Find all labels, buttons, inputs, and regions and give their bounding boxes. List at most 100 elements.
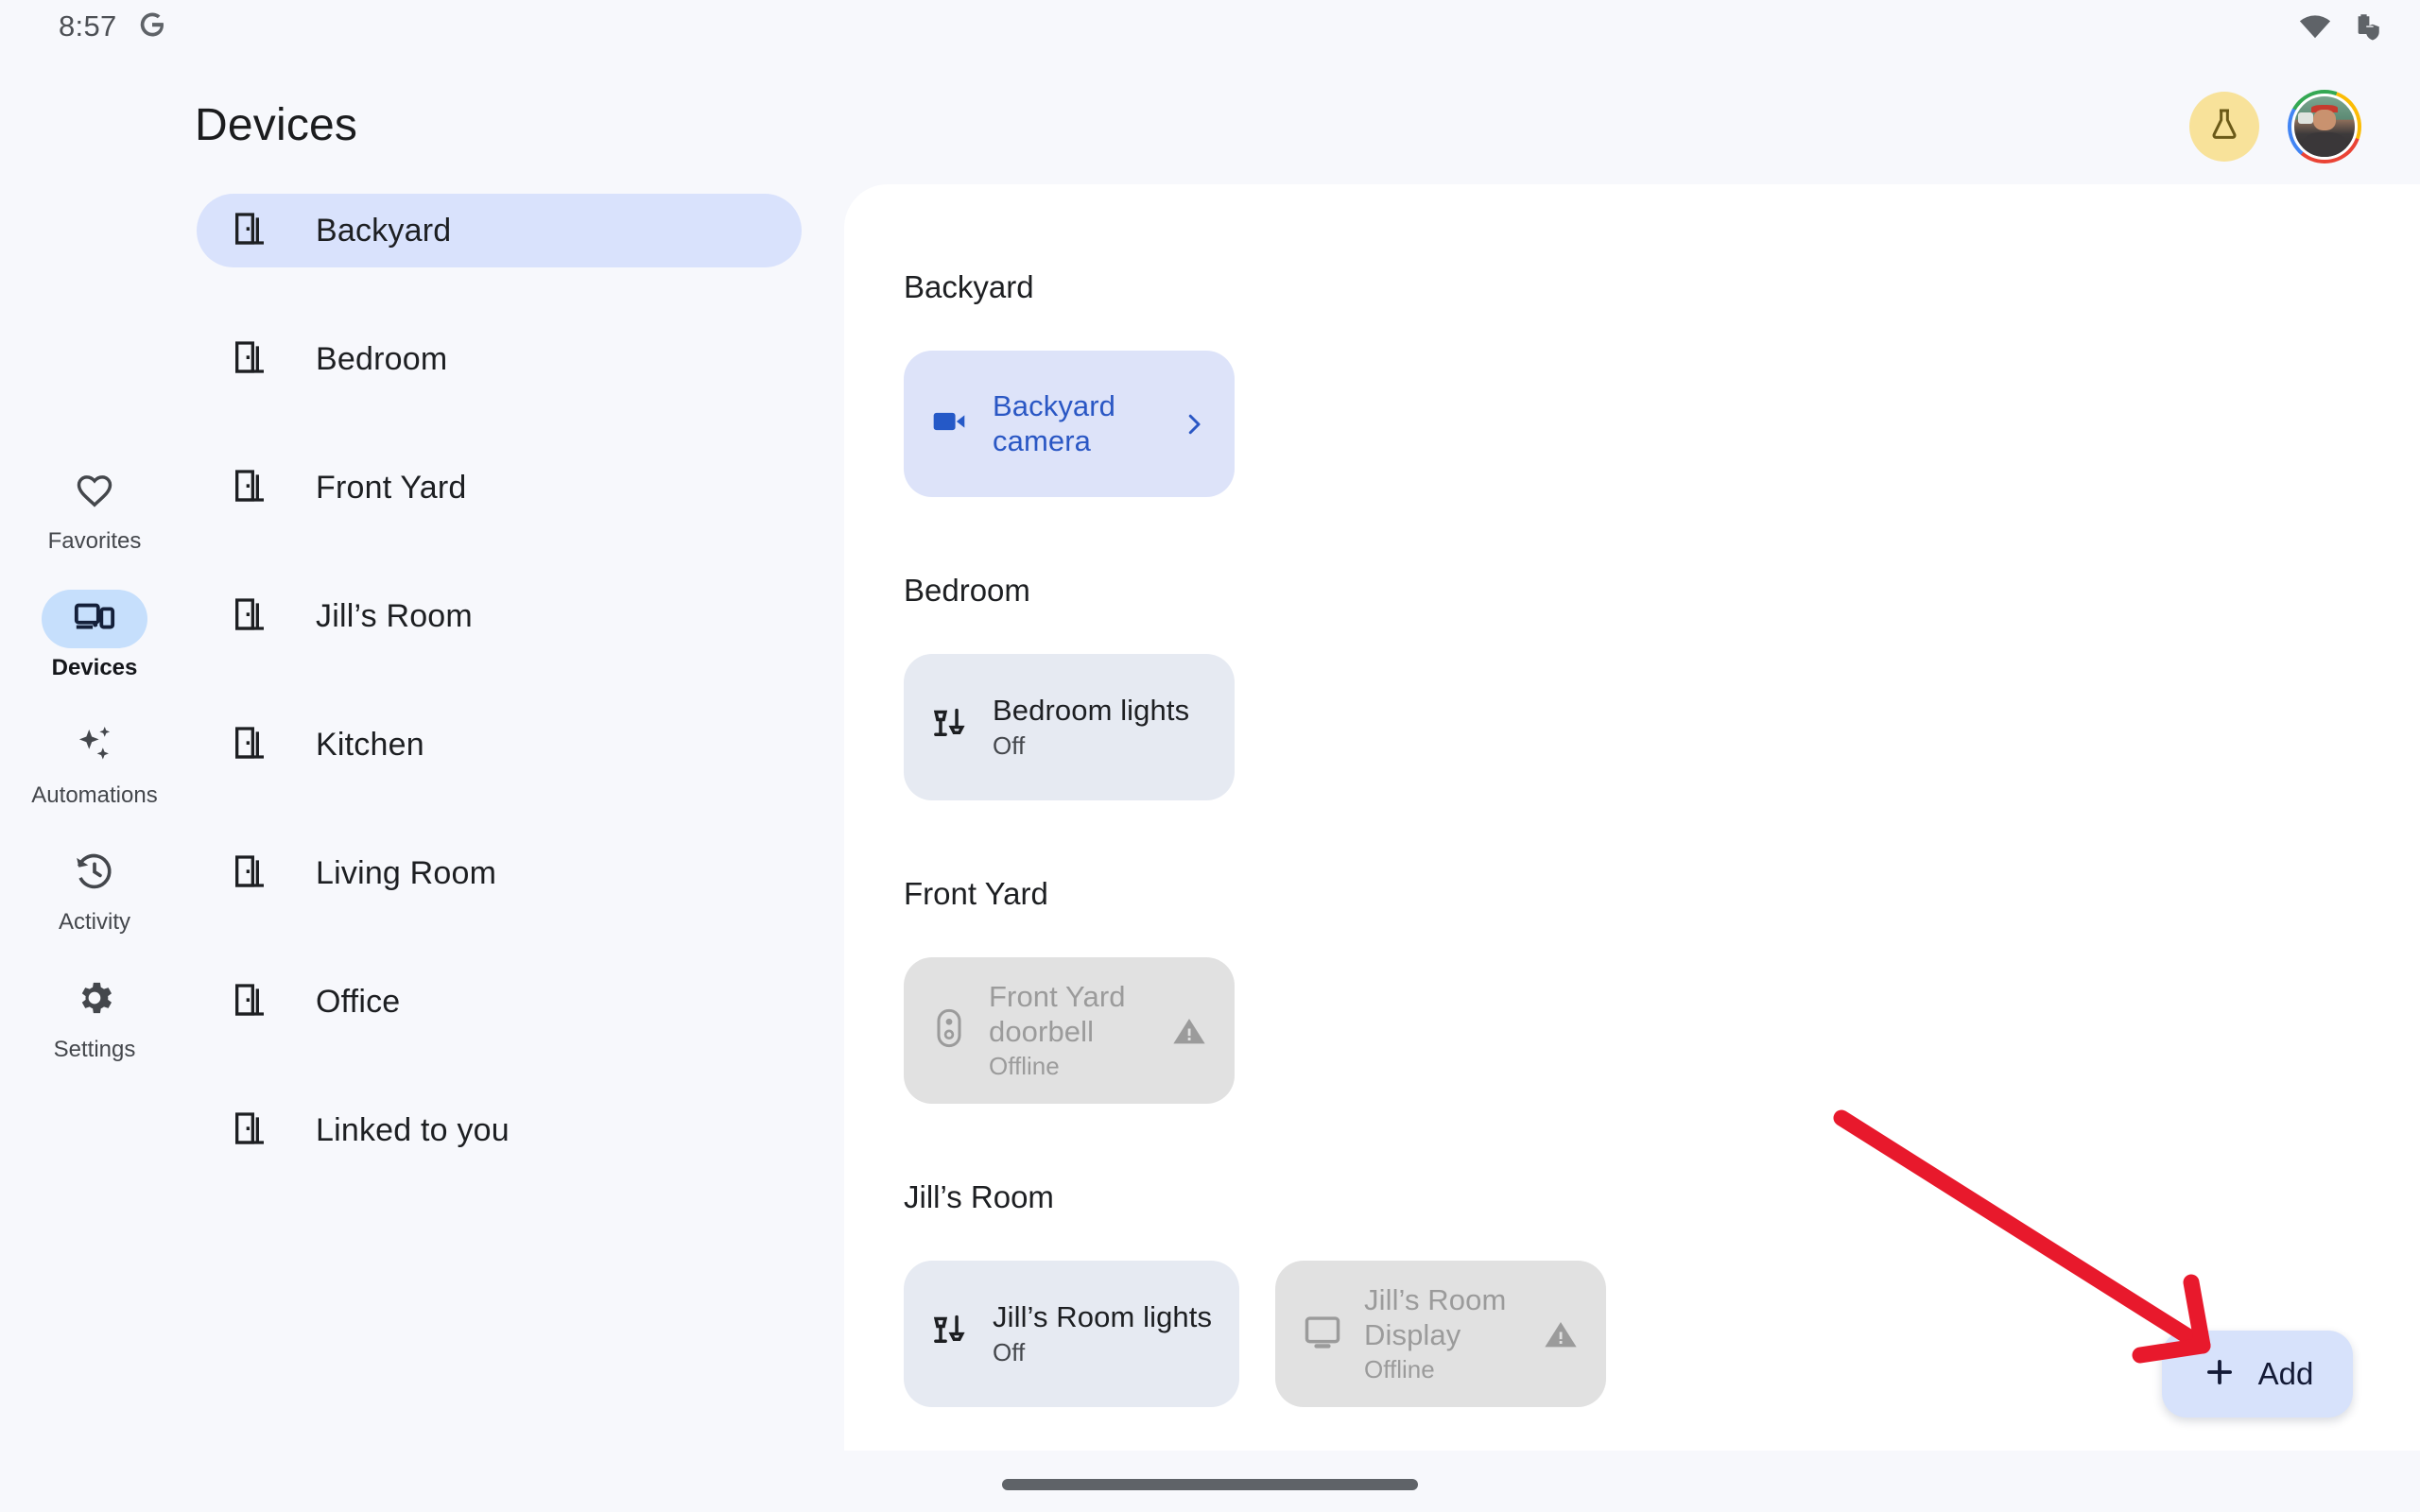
device-card-jills-room-display[interactable]: Jill’s Room Display Offline [1275, 1261, 1606, 1407]
chevron-right-icon[interactable] [1180, 410, 1208, 438]
door-icon [231, 724, 268, 766]
nav-label-favorites: Favorites [47, 528, 142, 554]
device-card-row: Front Yard doorbell Offline [904, 957, 2420, 1104]
room-label: Linked to you [316, 1111, 510, 1148]
room-label: Backyard [316, 212, 452, 249]
device-card-backyard-camera[interactable]: Backyard camera [904, 351, 1235, 497]
nav-pill-devices [42, 590, 147, 649]
room-label: Jill’s Room [316, 597, 473, 634]
device-name: Front Yard doorbell [989, 979, 1126, 1048]
device-name: Jill’s Room lights [993, 1300, 1213, 1334]
devices-icon [73, 595, 116, 644]
avatar[interactable] [2288, 90, 2361, 163]
device-state: Off [993, 730, 1026, 760]
room-label: Kitchen [316, 726, 424, 763]
warning-icon [1542, 1315, 1580, 1353]
status-bar-left: 8:57 [59, 9, 166, 43]
room-item-front-yard[interactable]: Front Yard [197, 451, 811, 524]
door-icon [231, 852, 268, 895]
room-label: Office [316, 983, 401, 1020]
device-card-front-yard-doorbell[interactable]: Front Yard doorbell Offline [904, 957, 1235, 1104]
door-icon [231, 210, 268, 252]
display-icon [1302, 1311, 1343, 1357]
device-state: Off [993, 1337, 1026, 1366]
video-camera-icon [930, 401, 972, 447]
nav-item-favorites[interactable]: Favorites [34, 463, 155, 554]
device-card-jills-room-lights[interactable]: Jill’s Room lights Off [904, 1261, 1239, 1407]
page-title: Devices [195, 100, 358, 150]
door-icon [231, 338, 268, 381]
avatar-image [2291, 94, 2358, 160]
group-title: Front Yard [904, 876, 1048, 911]
door-icon [231, 981, 268, 1023]
device-group-backyard: Backyard Backyard camera [844, 269, 2420, 497]
device-card-text: Bedroom lights Off [993, 694, 1189, 761]
nav-label-devices: Devices [51, 655, 138, 681]
device-card-text: Front Yard doorbell Offline [989, 980, 1145, 1081]
room-item-linked-to-you[interactable]: Linked to you [197, 1093, 811, 1167]
device-card-text: Backyard camera [993, 389, 1144, 458]
rooms-list: Backyard Bedroom Front Yard Jill’s Room … [197, 194, 811, 1222]
device-card-text: Jill’s Room Display Offline [1364, 1283, 1515, 1384]
device-card-row: Backyard camera [904, 351, 2420, 497]
navigation-rail: Favorites Devices Automations Activity S… [31, 463, 158, 1062]
device-card-row: Bedroom lights Off [904, 654, 2420, 800]
device-state: Offline [989, 1052, 1060, 1081]
door-icon [231, 467, 268, 509]
room-item-living-room[interactable]: Living Room [197, 836, 811, 910]
device-name: Bedroom lights [993, 694, 1190, 728]
google-g-icon [138, 10, 166, 43]
device-group-bedroom: Bedroom Bedroom lights Off [844, 573, 2420, 800]
plus-icon [2202, 1354, 2238, 1395]
room-item-backyard[interactable]: Backyard [197, 194, 802, 267]
door-icon [231, 1109, 268, 1152]
doorbell-icon [930, 1007, 968, 1054]
door-icon [231, 595, 268, 638]
status-clock: 8:57 [59, 9, 117, 43]
warning-icon [1170, 1012, 1208, 1050]
add-button[interactable]: Add [2162, 1331, 2353, 1418]
flask-icon [2205, 106, 2243, 148]
nav-pill-activity [42, 844, 147, 902]
navigation-handle[interactable] [1002, 1479, 1418, 1490]
nav-pill-settings [42, 971, 147, 1030]
group-title: Bedroom [904, 573, 1030, 608]
heart-icon [74, 470, 115, 516]
room-item-bedroom[interactable]: Bedroom [197, 322, 811, 396]
devices-panel: Backyard Backyard camera Bedroom Bedroom… [844, 184, 2420, 1451]
room-label: Bedroom [316, 340, 448, 377]
history-icon [73, 850, 116, 898]
lamp-icon [930, 704, 972, 750]
wifi-icon [2299, 14, 2331, 45]
gear-icon [73, 976, 116, 1024]
group-title: Backyard [904, 269, 1034, 304]
device-card-text: Jill’s Room lights Off [993, 1300, 1212, 1367]
nav-pill-favorites [42, 463, 147, 522]
nav-label-settings: Settings [53, 1036, 136, 1062]
app-screen: 8:57 Devices Favorites Devices Automatio… [0, 0, 2420, 1512]
lamp-icon [930, 1311, 972, 1357]
room-label: Living Room [316, 854, 497, 891]
nav-item-activity[interactable]: Activity [34, 844, 155, 935]
room-item-office[interactable]: Office [197, 965, 811, 1039]
status-bar: 8:57 [0, 0, 2420, 59]
sparkles-icon [73, 722, 116, 770]
device-state: Offline [1364, 1355, 1435, 1384]
device-card-bedroom-lights[interactable]: Bedroom lights Off [904, 654, 1235, 800]
nav-label-activity: Activity [58, 909, 130, 936]
room-item-kitchen[interactable]: Kitchen [197, 708, 811, 782]
header-actions [2189, 90, 2361, 163]
nav-item-automations[interactable]: Automations [31, 717, 158, 808]
group-title: Jill’s Room [904, 1179, 1054, 1214]
nav-pill-automations [42, 717, 147, 776]
device-name: Jill’s Room Display [1364, 1282, 1507, 1351]
room-item-jills-room[interactable]: Jill’s Room [197, 579, 811, 653]
device-group-front-yard: Front Yard Front Yard doorbell Offline [844, 876, 2420, 1104]
devices-scroll-content: Backyard Backyard camera Bedroom Bedroom… [844, 184, 2420, 1451]
room-label: Front Yard [316, 469, 467, 506]
labs-button[interactable] [2189, 92, 2259, 162]
nav-label-automations: Automations [31, 782, 158, 808]
nav-item-devices[interactable]: Devices [34, 590, 155, 680]
add-button-label: Add [2257, 1356, 2314, 1391]
nav-item-settings[interactable]: Settings [34, 971, 155, 1062]
